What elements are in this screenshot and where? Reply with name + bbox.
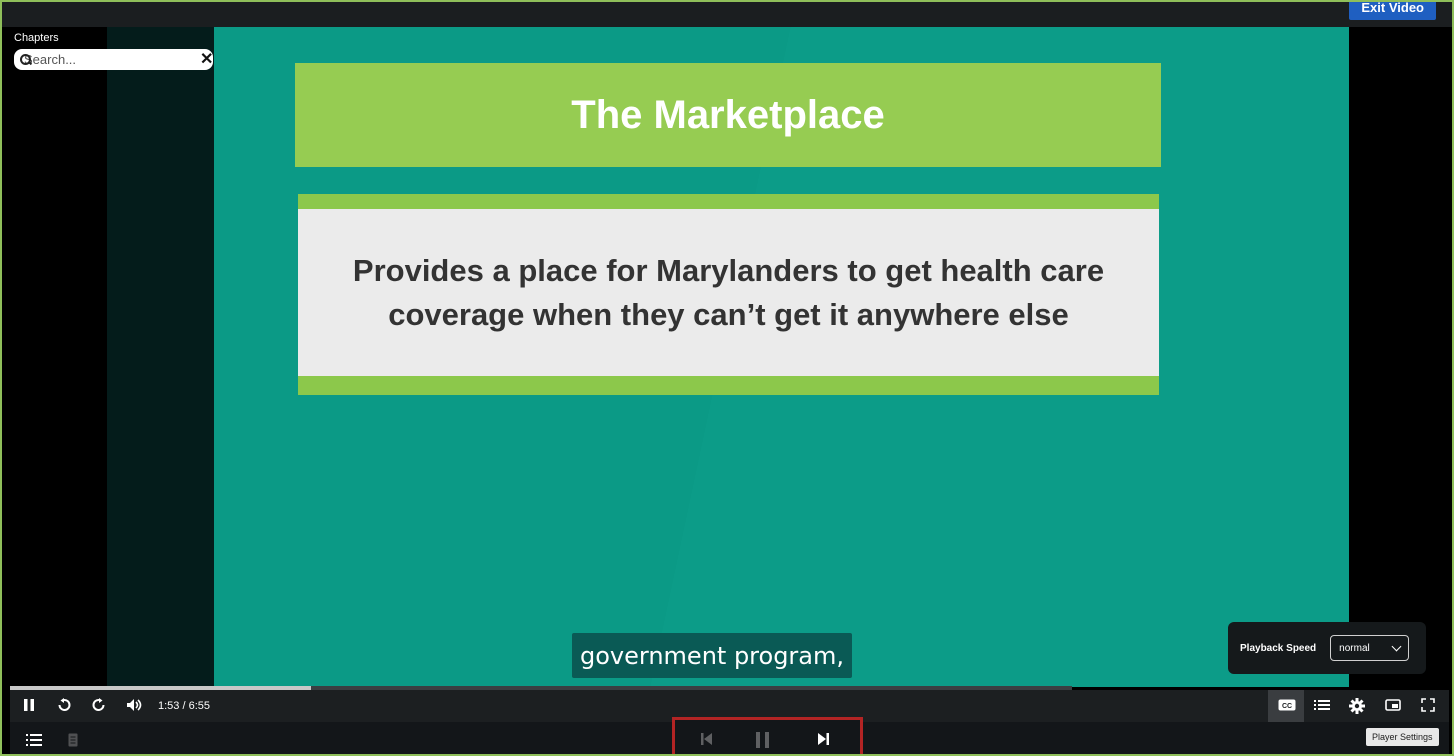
chapters-list-icon[interactable] xyxy=(1314,698,1330,712)
document-icon[interactable] xyxy=(68,733,78,747)
playback-speed-value: normal xyxy=(1339,642,1370,654)
chapters-search-input[interactable] xyxy=(24,52,200,67)
playback-speed-select[interactable]: normal xyxy=(1330,635,1410,661)
rewind-icon[interactable] xyxy=(57,698,71,712)
previous-slide-icon[interactable] xyxy=(701,733,713,745)
slide-body-box: Provides a place for Marylanders to get … xyxy=(298,194,1159,395)
closed-caption-text: government program, xyxy=(572,633,853,678)
slide-body-text: Provides a place for Marylanders to get … xyxy=(352,252,1105,332)
fullscreen-icon[interactable] xyxy=(1421,698,1435,712)
top-bar: Exit Video xyxy=(2,2,1452,27)
video-area[interactable]: The Marketplace Provides a place for Mar… xyxy=(214,27,1349,687)
fast-forward-icon[interactable] xyxy=(92,698,106,712)
time-display: 1:53 / 6:55 xyxy=(158,700,210,712)
playback-speed-label: Playback Speed xyxy=(1240,642,1317,654)
clear-search-icon[interactable]: ✕ xyxy=(200,51,213,67)
slide-navigation-group xyxy=(672,717,863,754)
chapters-panel-shade xyxy=(107,27,214,687)
video-letterbox-right xyxy=(1349,27,1449,687)
volume-icon[interactable] xyxy=(126,698,144,712)
chapters-title: Chapters xyxy=(14,32,59,44)
exit-video-button[interactable]: Exit Video xyxy=(1349,2,1436,20)
video-player-window: Exit Video Chapters ✕ The Marketplace Pr… xyxy=(0,0,1454,756)
picture-in-picture-icon[interactable] xyxy=(1385,698,1401,712)
chapters-search-field[interactable]: ✕ xyxy=(14,49,213,70)
svg-text:CC: CC xyxy=(1282,703,1292,710)
chevron-down-icon xyxy=(1391,641,1402,651)
closed-captions-icon[interactable]: CC xyxy=(1278,698,1296,712)
slide-title: The Marketplace xyxy=(571,92,885,137)
slide-title-banner: The Marketplace xyxy=(295,63,1161,167)
pause-slide-icon[interactable] xyxy=(755,732,771,748)
menu-list-icon[interactable] xyxy=(26,734,42,746)
player-settings-tooltip: Player Settings xyxy=(1366,728,1439,746)
next-slide-icon[interactable] xyxy=(817,733,829,745)
playback-speed-panel: Playback Speed normal xyxy=(1228,622,1426,674)
pause-icon[interactable] xyxy=(22,698,36,712)
settings-gear-icon[interactable] xyxy=(1349,698,1365,714)
